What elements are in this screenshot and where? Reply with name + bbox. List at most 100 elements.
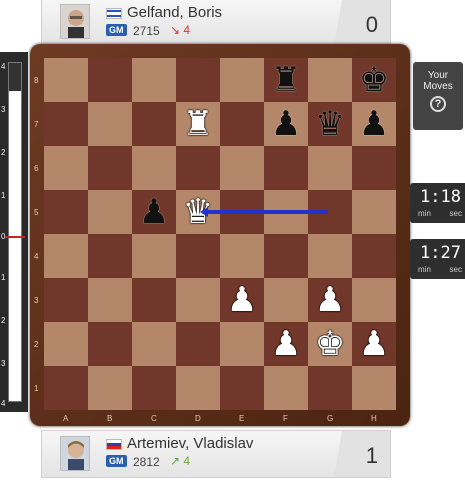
- square-a5[interactable]: [44, 190, 88, 234]
- square-a4[interactable]: [44, 234, 88, 278]
- square-g1[interactable]: [308, 366, 352, 410]
- square-a2[interactable]: [44, 322, 88, 366]
- square-h1[interactable]: [352, 366, 396, 410]
- square-c6[interactable]: [132, 146, 176, 190]
- square-a3[interactable]: [44, 278, 88, 322]
- bottom-player-name[interactable]: Artemiev, Vladislav: [127, 435, 253, 452]
- square-b2[interactable]: [88, 322, 132, 366]
- white-pawn-icon[interactable]: ♟: [264, 322, 308, 366]
- file-label: G: [327, 414, 334, 423]
- square-b1[interactable]: [88, 366, 132, 410]
- square-c3[interactable]: [132, 278, 176, 322]
- black-rook-icon[interactable]: ♜: [264, 58, 308, 102]
- square-h3[interactable]: [352, 278, 396, 322]
- rank-label: 2: [34, 340, 39, 349]
- white-pawn-icon[interactable]: ♟: [308, 278, 352, 322]
- square-g5[interactable]: [308, 190, 352, 234]
- your-moves-label-line1: Your: [427, 70, 449, 81]
- square-h6[interactable]: [352, 146, 396, 190]
- white-rook-icon[interactable]: ♜: [176, 102, 220, 146]
- eval-tick: 3: [1, 105, 6, 114]
- top-player-title-badge: GM: [106, 24, 127, 36]
- square-a6[interactable]: [44, 146, 88, 190]
- rank-label: 7: [34, 120, 39, 129]
- square-c2[interactable]: [132, 322, 176, 366]
- square-f3[interactable]: [264, 278, 308, 322]
- square-c7[interactable]: [132, 102, 176, 146]
- top-player-name[interactable]: Gelfand, Boris: [127, 4, 222, 21]
- your-moves-label-line2: Moves: [423, 81, 453, 92]
- israel-flag-icon: [106, 8, 122, 19]
- square-a7[interactable]: [44, 102, 88, 146]
- your-moves-button[interactable]: Your Moves ?: [413, 62, 463, 130]
- top-player-avatar: [60, 4, 90, 39]
- square-d4[interactable]: [176, 234, 220, 278]
- white-pawn-icon[interactable]: ♟: [220, 278, 264, 322]
- russia-flag-icon: [106, 439, 122, 450]
- help-icon[interactable]: ?: [430, 96, 446, 112]
- square-h5[interactable]: [352, 190, 396, 234]
- square-e7[interactable]: [220, 102, 264, 146]
- top-player-score: 0: [365, 12, 378, 37]
- square-e6[interactable]: [220, 146, 264, 190]
- file-label: H: [371, 414, 377, 423]
- square-g6[interactable]: [308, 146, 352, 190]
- eval-tick: 4: [1, 399, 6, 408]
- bottom-player-rating-change: ↗ 4: [170, 454, 191, 468]
- eval-tick: 1: [1, 191, 6, 200]
- chess-board[interactable]: 8 7 6 5 4 3 2 1 A B C D E F G H ♜ ♚ ♜ ♟ ♛ ♟ ♟ ♛ ♟ ♟ ♟ ♚ ♟: [34, 58, 396, 423]
- rank-label: 6: [34, 164, 39, 173]
- white-queen-icon[interactable]: ♛: [176, 190, 220, 234]
- file-label: D: [195, 414, 201, 423]
- bottom-player-score-box: 1: [328, 431, 390, 477]
- bottom-player-clock: 1:27 min sec: [410, 239, 465, 279]
- square-e8[interactable]: [220, 58, 264, 102]
- square-f5[interactable]: [264, 190, 308, 234]
- rank-label: 4: [34, 252, 39, 261]
- file-label: F: [283, 414, 288, 423]
- square-e5[interactable]: [220, 190, 264, 234]
- square-b8[interactable]: [88, 58, 132, 102]
- square-h4[interactable]: [352, 234, 396, 278]
- square-e2[interactable]: [220, 322, 264, 366]
- square-d2[interactable]: [176, 322, 220, 366]
- top-player-clock: 1:18 min sec: [410, 183, 465, 223]
- square-c8[interactable]: [132, 58, 176, 102]
- square-g4[interactable]: [308, 234, 352, 278]
- rank-label: 8: [34, 76, 39, 85]
- black-king-icon[interactable]: ♚: [352, 58, 396, 102]
- square-c1[interactable]: [132, 366, 176, 410]
- black-queen-icon[interactable]: ♛: [308, 102, 352, 146]
- square-c4[interactable]: [132, 234, 176, 278]
- black-pawn-icon[interactable]: ♟: [352, 102, 396, 146]
- bottom-clock-sec-label: sec: [449, 265, 462, 274]
- square-a8[interactable]: [44, 58, 88, 102]
- top-clock-sec-label: sec: [449, 209, 462, 218]
- square-d8[interactable]: [176, 58, 220, 102]
- square-f4[interactable]: [264, 234, 308, 278]
- square-g8[interactable]: [308, 58, 352, 102]
- top-player-rating-change: ↘ 4: [170, 23, 191, 37]
- evaluation-black-fill: [9, 63, 21, 91]
- square-e1[interactable]: [220, 366, 264, 410]
- white-pawn-icon[interactable]: ♟: [352, 322, 396, 366]
- square-b7[interactable]: [88, 102, 132, 146]
- black-pawn-icon[interactable]: ♟: [132, 190, 176, 234]
- square-f6[interactable]: [264, 146, 308, 190]
- square-d6[interactable]: [176, 146, 220, 190]
- square-a1[interactable]: [44, 366, 88, 410]
- square-d3[interactable]: [176, 278, 220, 322]
- square-e4[interactable]: [220, 234, 264, 278]
- square-d1[interactable]: [176, 366, 220, 410]
- bottom-player-panel: Artemiev, Vladislav GM 2812 ↗ 4 1: [41, 430, 391, 478]
- black-pawn-icon[interactable]: ♟: [264, 102, 308, 146]
- square-b3[interactable]: [88, 278, 132, 322]
- square-b4[interactable]: [88, 234, 132, 278]
- square-f1[interactable]: [264, 366, 308, 410]
- white-king-icon[interactable]: ♚: [308, 322, 352, 366]
- eval-zero-marker: [5, 236, 25, 238]
- square-b6[interactable]: [88, 146, 132, 190]
- top-clock-min-label: min: [418, 209, 431, 218]
- square-b5[interactable]: [88, 190, 132, 234]
- rank-label: 5: [34, 208, 39, 217]
